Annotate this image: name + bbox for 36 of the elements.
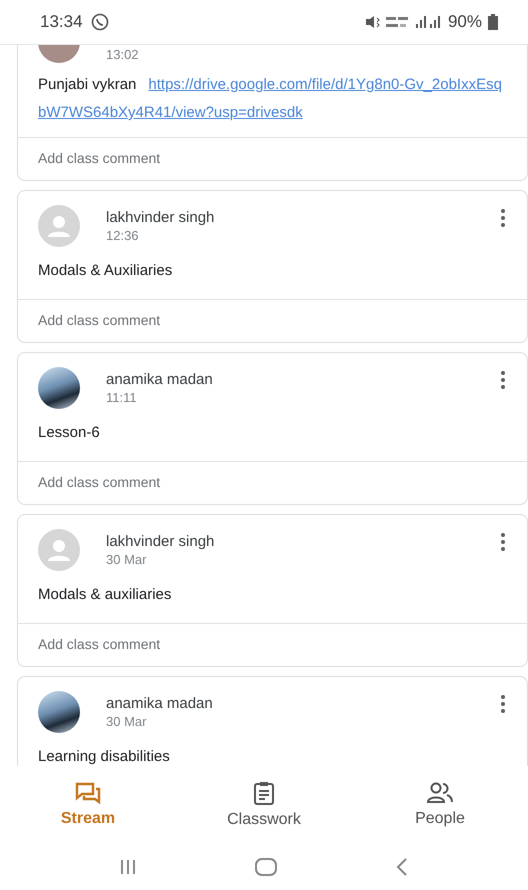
post-time: 11:11 — [106, 390, 138, 405]
post-time: 12:36 — [106, 228, 140, 243]
author-name: anamika madan — [106, 695, 214, 712]
author-name: lakhvinder singh — [106, 533, 216, 550]
avatar-photo-placeholder — [38, 367, 80, 409]
person-icon — [46, 537, 72, 563]
post-text: Modals & auxiliaries — [18, 571, 527, 624]
nav-tab[interactable]: People — [375, 781, 505, 829]
comment-field[interactable]: Add class comment — [18, 300, 527, 342]
battery-icon — [488, 14, 498, 30]
battery-percent: 90% — [448, 12, 482, 32]
author-name: anamika madan — [106, 371, 214, 388]
comment-field[interactable]: Add class comment — [18, 462, 527, 504]
back-icon[interactable] — [396, 858, 408, 876]
home-icon[interactable] — [254, 858, 277, 876]
post-text: Learning disabilities — [37, 747, 171, 767]
chat-bubbles-icon — [75, 782, 101, 804]
chat-icon — [90, 13, 109, 31]
nav-tab[interactable]: Stream — [23, 781, 153, 829]
status-time: 13:34 — [40, 12, 83, 32]
post-time: 30 Mar — [106, 714, 148, 729]
clipboard-icon — [253, 781, 275, 805]
comment-field[interactable]: Add class comment — [18, 138, 527, 180]
avatar-photo-placeholder — [38, 691, 80, 733]
post-time: 30 Mar — [106, 552, 148, 567]
author-name: lakhvinder singh — [106, 209, 216, 226]
person-icon — [46, 213, 72, 239]
post-text: Punjabi vykran https://drive.google.com/file/d/1Yg8n0-Gv_2obIxxEsqbW7WS64bXy4R41/view?usp=drivesdk — [18, 63, 527, 138]
signal-icon — [366, 14, 442, 30]
people-icon — [426, 782, 454, 804]
post-text: Lesson-6 — [18, 409, 527, 462]
comment-field[interactable]: Add class comment — [18, 624, 527, 666]
post-text: Modals & Auxiliaries — [18, 247, 527, 300]
post-time: 13:02 — [106, 46, 140, 62]
nav-tab[interactable]: Classwork — [199, 780, 329, 830]
recent-apps-icon[interactable] — [120, 859, 136, 875]
